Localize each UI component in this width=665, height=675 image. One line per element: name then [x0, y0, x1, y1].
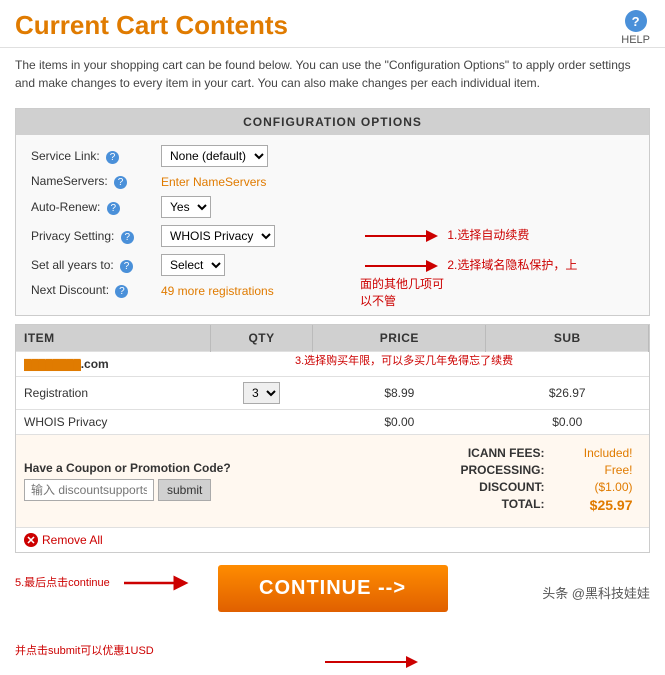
auto-renew-label: Auto-Renew: ? [31, 200, 161, 215]
nameservers-value: Enter NameServers [161, 175, 266, 189]
coupon-label: Have a Coupon or Promotion Code? [24, 461, 305, 475]
next-discount-label: Next Discount: ? [31, 283, 161, 298]
set-all-years-row: Set all years to: ? Select 1 2 3 [31, 254, 634, 276]
coupon-input[interactable] [24, 479, 154, 501]
privacy-setting-value[interactable]: WHOIS Privacy None [161, 225, 275, 247]
col-item: ITEM [16, 325, 210, 352]
qty-select[interactable]: 3 1 2 [243, 382, 280, 404]
processing-value: Free! [553, 463, 633, 477]
discount-row: DISCOUNT: ($1.00) [329, 480, 633, 494]
enter-nameservers-link[interactable]: Enter NameServers [161, 175, 266, 189]
page-header: Current Cart Contents ? HELP [0, 0, 665, 48]
registration-row: Registration 3 1 2 $8.99 $26.97 [16, 377, 649, 410]
page-title: Current Cart Contents [15, 10, 650, 41]
domain-name-cell: ████████.com [16, 352, 210, 377]
domain-tld: .com [81, 357, 109, 371]
processing-row: PROCESSING: Free! [329, 463, 633, 477]
qty-cell[interactable]: 3 1 2 [210, 377, 312, 410]
cart-table-header-row: ITEM QTY PRICE SUB [16, 325, 649, 352]
set-all-years-select[interactable]: Select 1 2 3 [161, 254, 225, 276]
remove-icon: ✕ [24, 533, 38, 547]
icann-label: ICANN FEES: [413, 446, 553, 460]
auto-renew-value[interactable]: Yes No [161, 196, 211, 218]
config-panel: CONFIGURATION OPTIONS Service Link: ? No… [15, 108, 650, 316]
nameservers-help-icon[interactable]: ? [114, 176, 127, 189]
nameservers-label: NameServers: ? [31, 174, 161, 189]
service-link-label: Service Link: ? [31, 149, 161, 164]
set-all-years-label: Set all years to: ? [31, 258, 161, 273]
coupon-cell: Have a Coupon or Promotion Code? submit [16, 435, 313, 528]
coupon-row: Have a Coupon or Promotion Code? submit … [16, 435, 649, 528]
col-qty: QTY [210, 325, 312, 352]
annotation-4: 并点击submit可以优惠1USD [15, 644, 154, 659]
bottom-area: 5.最后点击continue CONTINUE --> [0, 565, 665, 612]
next-discount-help-icon[interactable]: ? [115, 285, 128, 298]
registration-label: Registration [16, 377, 210, 410]
total-label: TOTAL: [413, 497, 553, 513]
continue-button[interactable]: CONTINUE --> [218, 565, 448, 612]
whois-row: WHOIS Privacy $0.00 $0.00 [16, 410, 649, 435]
registration-sub: $26.97 [486, 377, 649, 410]
col-price: PRICE [313, 325, 486, 352]
auto-renew-select[interactable]: Yes No [161, 196, 211, 218]
service-link-select[interactable]: None (default) [161, 145, 268, 167]
whois-sub: $0.00 [486, 410, 649, 435]
auto-renew-help-icon[interactable]: ? [107, 202, 120, 215]
service-link-row: Service Link: ? None (default) [31, 145, 634, 167]
help-icon: ? [625, 10, 647, 32]
remove-all-button[interactable]: ✕ Remove All [24, 533, 103, 547]
page-wrapper: Current Cart Contents ? HELP The items i… [0, 0, 665, 612]
config-panel-header: CONFIGURATION OPTIONS [16, 109, 649, 135]
discount-value: ($1.00) [553, 480, 633, 494]
service-link-help-icon[interactable]: ? [106, 151, 119, 164]
discount-label: DISCOUNT: [413, 480, 553, 494]
remove-all-label: Remove All [42, 533, 103, 547]
icann-arrow-icon [320, 654, 420, 670]
whois-label: WHOIS Privacy [16, 410, 210, 435]
privacy-setting-label: Privacy Setting: ? [31, 229, 161, 244]
privacy-setting-row: Privacy Setting: ? WHOIS Privacy None [31, 225, 634, 247]
auto-renew-row: Auto-Renew: ? Yes No [31, 196, 634, 218]
privacy-setting-select[interactable]: WHOIS Privacy None [161, 225, 275, 247]
set-all-years-value[interactable]: Select 1 2 3 [161, 254, 225, 276]
totals-area: ICANN FEES: Included! PROCESSING: Free! … [321, 440, 641, 522]
col-sub: SUB [486, 325, 649, 352]
cart-table: ITEM QTY PRICE SUB ████████.com [16, 325, 649, 527]
help-button[interactable]: ? HELP [621, 10, 650, 46]
description-text: The items in your shopping cart can be f… [0, 48, 665, 100]
set-all-years-help-icon[interactable]: ? [120, 260, 133, 273]
privacy-setting-help-icon[interactable]: ? [121, 231, 134, 244]
domain-row: ████████.com [16, 352, 649, 377]
annotation-icann-arrow [320, 654, 420, 675]
domain-name-masked: ████████ [24, 360, 81, 371]
total-value: $25.97 [553, 497, 633, 513]
service-link-value[interactable]: None (default) [161, 145, 268, 167]
config-form: Service Link: ? None (default) NameServe… [16, 135, 649, 315]
icann-value: Included! [553, 446, 633, 460]
help-label: HELP [621, 34, 650, 46]
next-discount-value: 49 more registrations [161, 284, 274, 298]
nameservers-row: NameServers: ? Enter NameServers [31, 174, 634, 189]
coupon-input-row: submit [24, 479, 305, 501]
config-section: CONFIGURATION OPTIONS Service Link: ? No… [0, 108, 665, 316]
processing-label: PROCESSING: [413, 463, 553, 477]
coupon-submit-button[interactable]: submit [158, 479, 211, 501]
totals-cell: ICANN FEES: Included! PROCESSING: Free! … [313, 435, 649, 528]
icann-row: ICANN FEES: Included! [329, 446, 633, 460]
total-row: TOTAL: $25.97 [329, 497, 633, 513]
remove-all-row: ✕ Remove All [16, 527, 649, 552]
continue-button-wrap: CONTINUE --> [15, 565, 650, 612]
cart-section: 3.选择购买年限，可以多买几年免得忘了续费 ITEM QTY PRICE SUB [0, 324, 665, 553]
whois-price: $0.00 [313, 410, 486, 435]
cart-table-container: ITEM QTY PRICE SUB ████████.com [15, 324, 650, 553]
registration-price: $8.99 [313, 377, 486, 410]
next-discount-row: Next Discount: ? 49 more registrations [31, 283, 634, 298]
